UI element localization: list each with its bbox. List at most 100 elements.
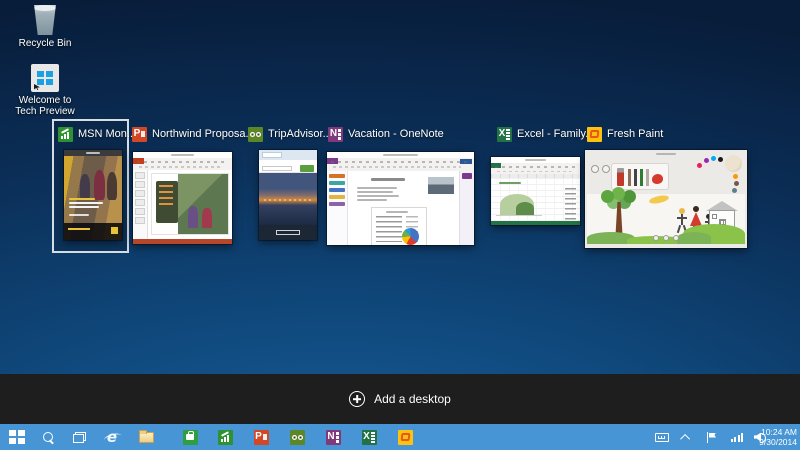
clock-time: 10:24 AM [761,427,797,437]
search-button [300,165,314,172]
canvas-buttons [651,228,681,246]
file-tab [491,163,501,168]
status-bar [491,221,580,225]
yellow-shape [648,193,670,206]
powerpoint-button[interactable]: P [253,424,269,450]
onenote-icon: N [325,429,341,445]
status-bar [133,239,232,244]
desktop-icon-label: Welcome to Tech Preview [15,95,75,117]
window-label-onenote[interactable]: N Vacation - OneNote [328,126,444,142]
ribbon [491,163,580,174]
taskbar: e P N X 10:24 AM 9/30/2014 [0,424,800,450]
notebook-sidebar [327,171,348,245]
slide-panel [133,170,148,239]
tree-foliage [601,190,614,203]
clock-date: 9/30/2014 [759,437,797,447]
touch-keyboard-button[interactable] [653,424,671,450]
page-header [259,160,317,173]
notebook-page [349,171,459,245]
paint-palette [611,163,669,190]
paint-blob [652,174,663,184]
task-view-icon [72,431,86,443]
desktop-icon-recycle-bin[interactable]: Recycle Bin [13,5,77,49]
desktop-icon-welcome-tech-preview[interactable]: Welcome to Tech Preview [13,64,77,117]
taskbar-clock[interactable]: 10:24 AM 9/30/2014 [759,424,797,450]
page-photo [428,177,454,194]
search-icon [42,431,54,443]
window-label-powerpoint[interactable]: P Northwind Proposa... [132,126,255,142]
desktop-icon-label: Recycle Bin [18,38,72,49]
fresh-paint-icon [397,429,413,445]
action-center-button[interactable] [703,424,719,450]
internet-explorer-icon: e [106,427,118,446]
window-thumbnail-tripadvisor[interactable] [259,150,317,240]
tripadvisor-button[interactable] [289,424,305,450]
fresh-paint-icon [587,126,602,142]
browser-chrome [259,150,317,160]
windows-flag-glyph [37,71,53,85]
slide-photo [178,174,228,234]
powerpoint-icon: P [253,429,269,445]
store-icon [182,429,198,445]
plus-icon[interactable] [349,391,366,407]
network-signal-icon [730,432,744,442]
sponge-tool [725,155,742,172]
show-hidden-icons-button[interactable] [679,424,693,450]
window-label-msn-money[interactable]: MSN Mon... [58,126,136,142]
tripadvisor-icon [289,429,305,445]
bush [677,232,711,244]
onenote-icon: N [328,126,343,142]
file-tab [133,158,144,164]
msn-money-icon [58,126,73,142]
windows-logo-icon [31,64,59,92]
add-desktop-label[interactable]: Add a desktop [374,392,451,406]
recycle-bin-icon [34,5,56,35]
window-label-excel[interactable]: X Excel - Family... [497,126,594,142]
window-thumbnail-msn-money[interactable] [64,150,122,240]
budget-pie-chart [402,228,419,245]
budget-chart [496,190,542,216]
color-dots-arc [697,163,702,168]
spreadsheet [491,178,580,222]
file-explorer-icon [138,429,154,443]
touch-keyboard-icon [655,432,669,442]
file-tab [327,158,338,164]
share-button [460,159,472,164]
window-thumbnail-onenote[interactable] [327,152,474,245]
fresh-paint-button[interactable] [397,424,413,450]
file-explorer-button[interactable] [136,424,156,450]
excel-button[interactable]: X [361,424,377,450]
internet-explorer-button[interactable]: e [101,424,123,450]
powerpoint-icon: P [132,126,147,142]
slide-text-box [156,181,178,223]
tripadvisor-icon [248,126,263,142]
desktop: Recycle Bin Welcome to Tech Preview MSN … [0,0,800,450]
network-button[interactable] [729,424,745,450]
search-box [262,166,292,171]
store-button[interactable] [182,424,198,450]
window-thumbnail-excel[interactable] [491,157,580,225]
start-button[interactable] [7,424,27,450]
msn-money-icon [217,429,233,445]
harbor-photo [259,173,317,225]
flag-icon [706,431,716,443]
excel-icon: X [361,429,377,445]
page-list-panel [459,171,474,245]
task-view-button[interactable] [69,424,89,450]
ribbon [133,158,232,170]
ribbon [327,158,474,171]
window-label-tripadvisor[interactable]: TripAdvisor... [248,126,332,142]
onenote-button[interactable]: N [325,424,341,450]
chevron-up-icon [679,433,690,444]
window-label-fresh-paint[interactable]: Fresh Paint [587,126,663,142]
msn-money-button[interactable] [217,424,233,450]
excel-icon: X [497,126,512,142]
paint-tube [617,168,624,186]
msn-money-footer [64,223,122,240]
window-thumbnail-powerpoint[interactable] [133,152,232,244]
search-button[interactable] [38,424,58,450]
window-thumbnail-fresh-paint[interactable] [585,150,747,248]
slide [152,174,228,234]
msn-money-content [64,156,122,240]
windows-logo-icon [9,430,25,444]
